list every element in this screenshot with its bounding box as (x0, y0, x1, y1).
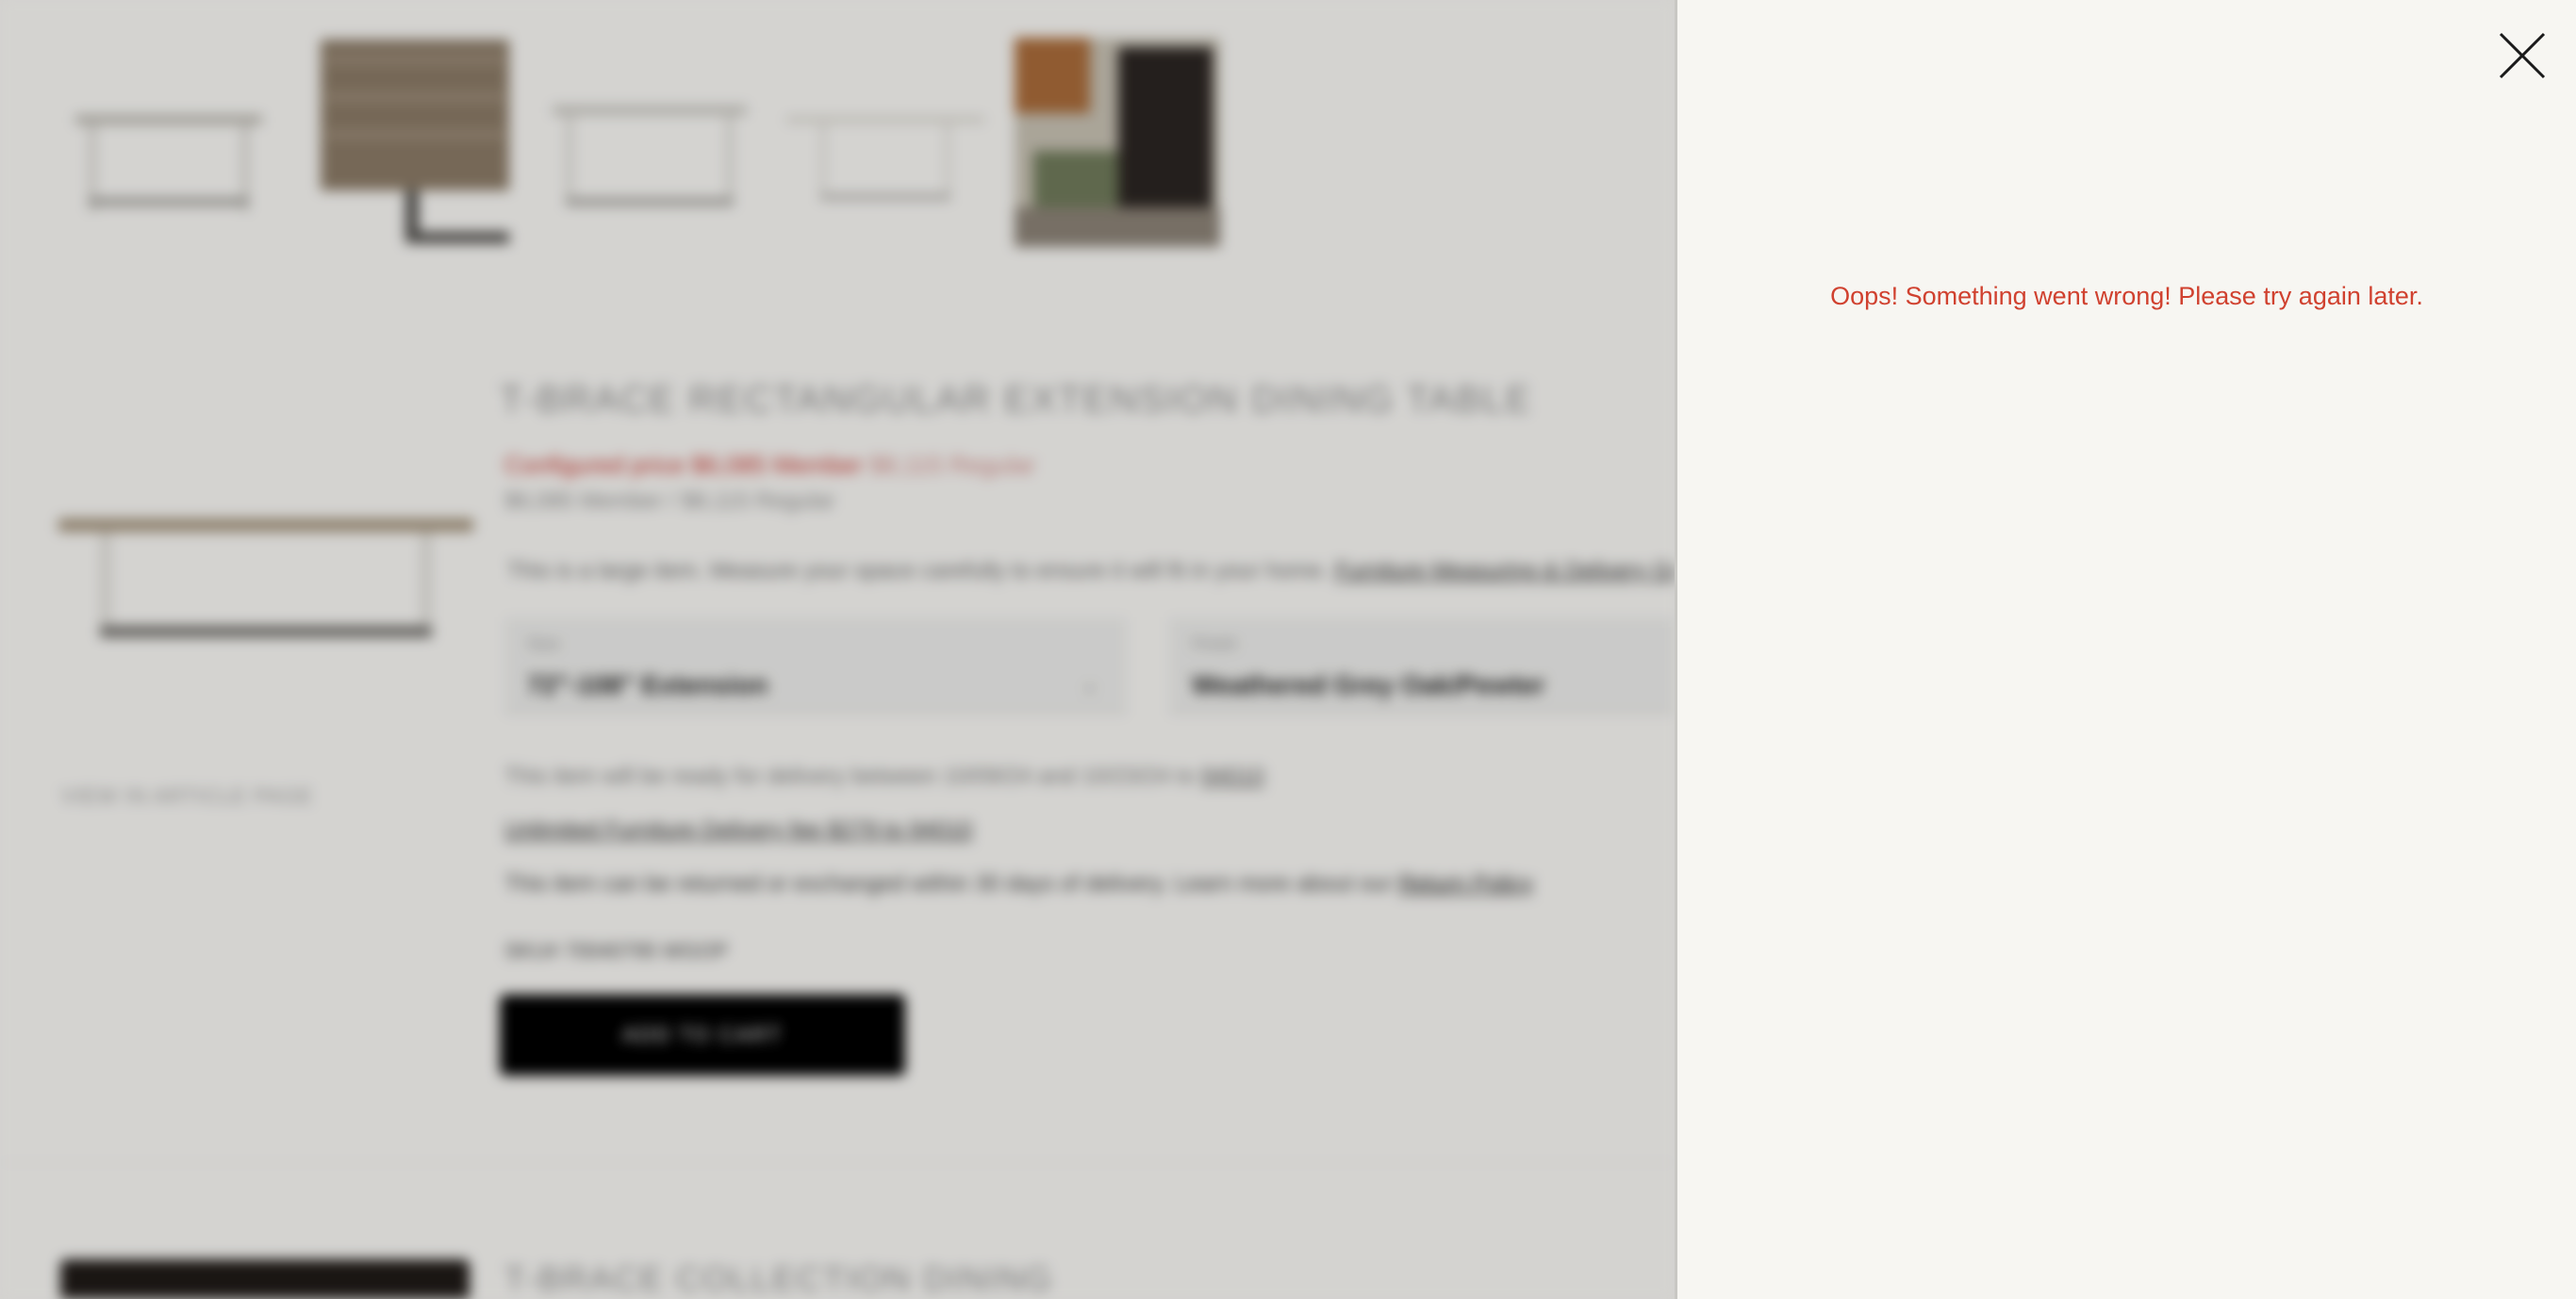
app-window: VIEW IN ARTICLE PAGE T-BRACE RECTANGULAR… (0, 0, 2576, 1299)
close-icon (2499, 32, 2546, 79)
close-button[interactable] (2493, 26, 2551, 85)
side-drawer: Oops! Something went wrong! Please try a… (1675, 0, 2576, 1299)
error-message: Oops! Something went wrong! Please try a… (1830, 282, 2423, 310)
modal-backdrop[interactable] (0, 0, 1675, 1299)
